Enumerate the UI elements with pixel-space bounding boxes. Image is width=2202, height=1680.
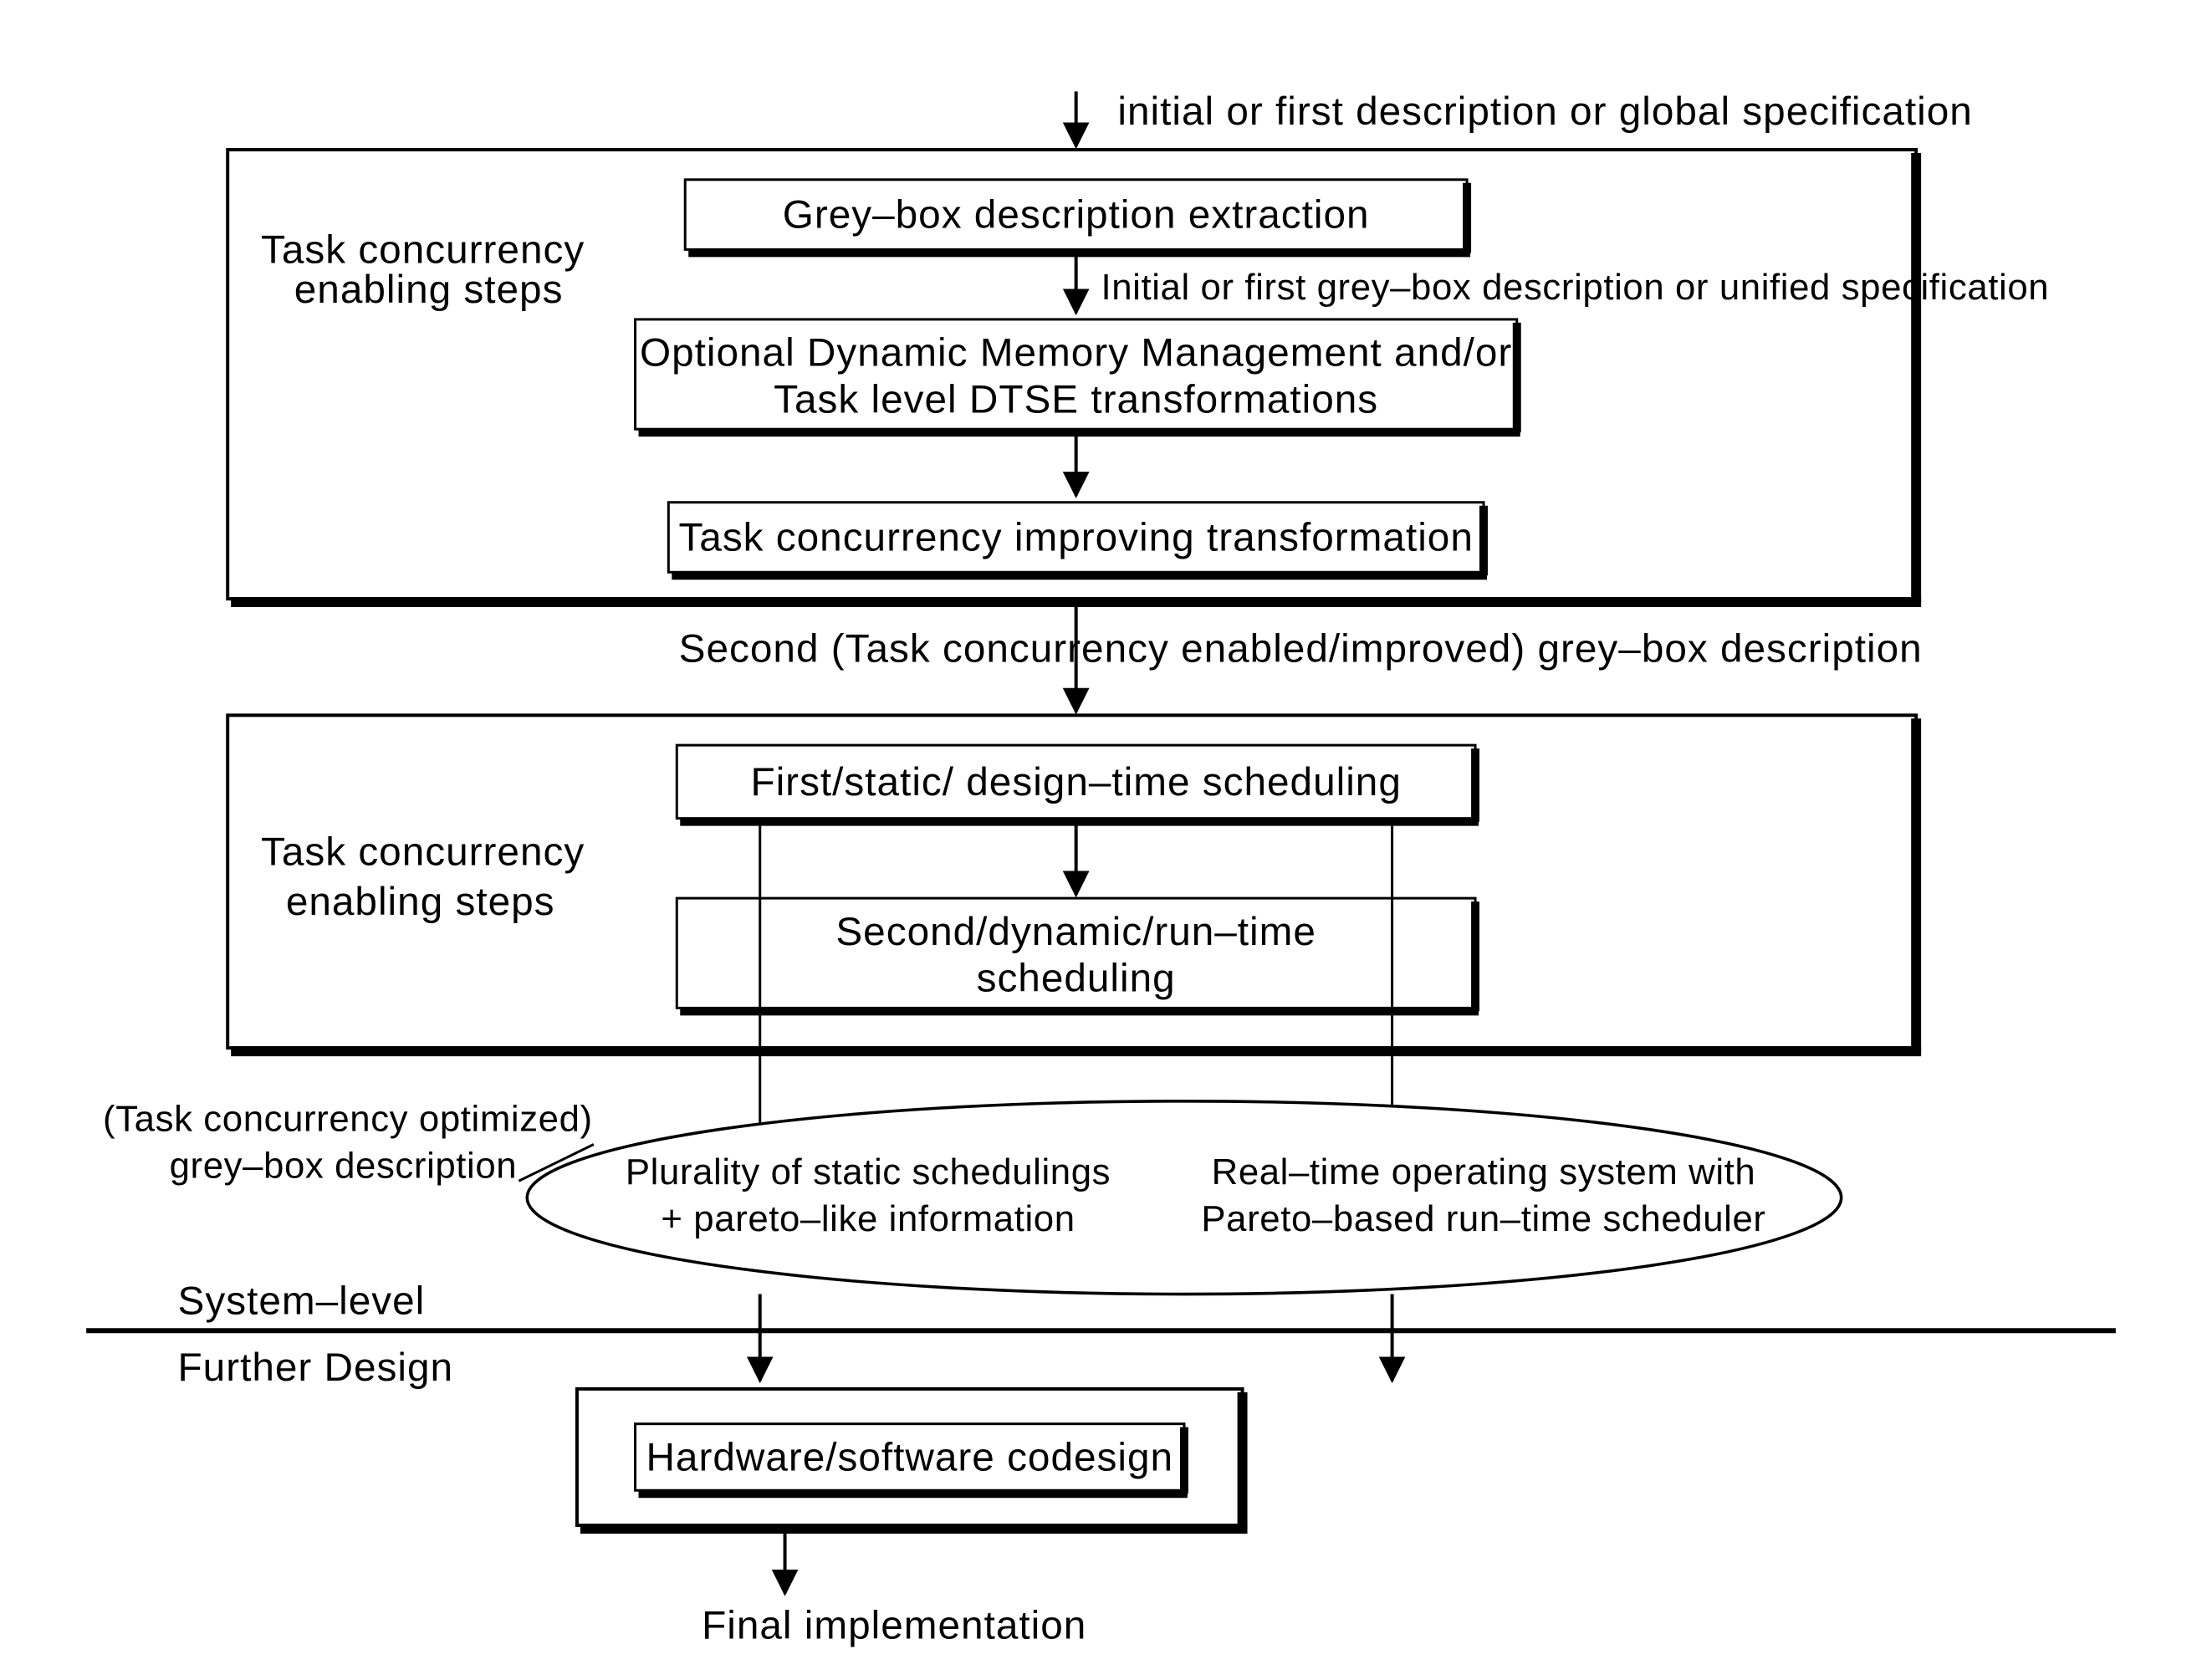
- label-opt2: Task level DTSE transformations: [774, 377, 1378, 421]
- label-greybox-extraction: Grey–box description extraction: [783, 193, 1370, 237]
- box-second-scheduling: Second/dynamic/run–time scheduling: [677, 898, 1479, 1011]
- label-tco1: (Task concurrency optimized): [103, 1099, 593, 1140]
- label-hw-codesign: Hardware/software codesign: [646, 1435, 1173, 1479]
- label-system-level: System–level: [178, 1279, 426, 1323]
- label-enabling-2a: Task concurrency: [261, 830, 585, 874]
- label-enabling-1a: Task concurrency: [261, 227, 585, 272]
- box-greybox-extraction: Grey–box description extraction: [685, 180, 1470, 253]
- label-ellipse-left1: Plurality of static schedulings: [626, 1151, 1111, 1192]
- label-ellipse-left2: + pareto–like information: [661, 1198, 1075, 1239]
- label-initial-greybox: Initial or first grey–box description or…: [1101, 267, 2050, 308]
- label-initial-desc: initial or first description or global s…: [1117, 89, 1972, 134]
- box-first-scheduling: First/static/ design–time scheduling: [677, 745, 1479, 821]
- label-ellipse-right1: Real–time operating system with: [1212, 1151, 1756, 1192]
- label-further-design: Further Design: [178, 1346, 454, 1390]
- box-tci-transformation: Task concurrency improving transformatio…: [668, 503, 1487, 576]
- label-ellipse-right2: Pareto–based run–time scheduler: [1201, 1198, 1765, 1239]
- box-optional-dmm: Optional Dynamic Memory Management and/o…: [636, 319, 1520, 432]
- label-tci: Task concurrency improving transformatio…: [678, 515, 1473, 559]
- label-final-impl: Final implementation: [702, 1603, 1086, 1647]
- label-second-desc: Second (Task concurrency enabled/improve…: [679, 627, 1923, 671]
- flow-diagram: initial or first description or global s…: [0, 0, 2202, 1680]
- box-hw-codesign: Hardware/software codesign: [636, 1424, 1188, 1494]
- label-second-sched2: scheduling: [977, 957, 1176, 1001]
- label-first-sched: First/static/ design–time scheduling: [750, 760, 1401, 804]
- label-opt1: Optional Dynamic Memory Management and/o…: [640, 331, 1512, 375]
- label-enabling-1b: enabling steps: [294, 268, 564, 312]
- label-second-sched1: Second/dynamic/run–time: [835, 910, 1316, 954]
- ellipse-outputs: Plurality of static schedulings + pareto…: [527, 1101, 1841, 1294]
- label-tco2: grey–box description: [170, 1145, 518, 1186]
- label-enabling-2b: enabling steps: [286, 880, 555, 924]
